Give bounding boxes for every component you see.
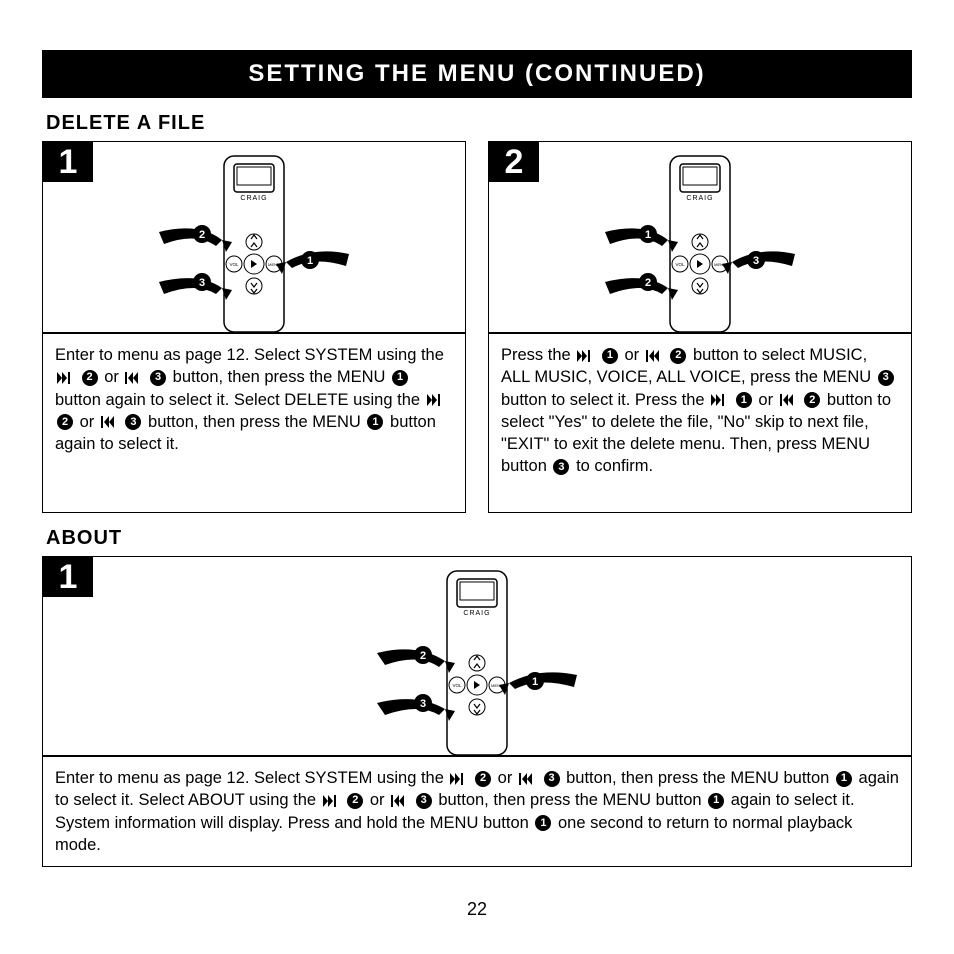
step-badge: 2 <box>489 142 539 182</box>
delete-step-1-illustration: 1 CRAIG VOL <box>42 141 466 333</box>
svg-text:1: 1 <box>307 255 313 267</box>
step-badge: 1 <box>43 142 93 182</box>
svg-text:VOL: VOL <box>229 262 239 267</box>
callout-1-icon: 1 <box>392 370 408 386</box>
delete-step-1: 1 CRAIG VOL <box>42 141 466 513</box>
svg-text:1: 1 <box>645 229 651 241</box>
device-illustration: CRAIG VOL MENU 2 3 1 <box>327 567 627 756</box>
callout-3-icon: 3 <box>553 459 569 475</box>
section-heading-delete: DELETE A FILE <box>46 112 912 135</box>
page-title-bar: SETTING THE MENU (CONTINUED) <box>42 50 912 98</box>
delete-step-2: 2 CRAIG VOL MENU <box>488 141 912 513</box>
callout-2-icon: 2 <box>804 392 820 408</box>
callout-3-icon: 3 <box>125 414 141 430</box>
callout-1-icon: 1 <box>602 348 618 364</box>
next-track-icon <box>57 372 73 384</box>
callout-1-icon: 1 <box>836 771 852 787</box>
delete-step-1-text: Enter to menu as page 12. Select SYSTEM … <box>42 333 466 513</box>
delete-step-2-text: Press the 1 or 2 button to select MUSIC,… <box>488 333 912 513</box>
svg-text:CRAIG: CRAIG <box>686 195 713 202</box>
prev-track-icon <box>519 773 535 785</box>
delete-row: 1 CRAIG VOL <box>42 141 912 513</box>
svg-text:3: 3 <box>753 255 759 267</box>
next-track-icon <box>450 773 466 785</box>
callout-3-icon: 3 <box>544 771 560 787</box>
about-step-1-text: Enter to menu as page 12. Select SYSTEM … <box>42 756 912 867</box>
delete-step-2-illustration: 2 CRAIG VOL MENU <box>488 141 912 333</box>
device-illustration: CRAIG VOL MENU 2 <box>124 154 384 333</box>
callout-3-icon: 3 <box>150 370 166 386</box>
callout-1-icon: 1 <box>736 392 752 408</box>
section-heading-about: ABOUT <box>46 527 912 550</box>
next-track-icon <box>427 394 443 406</box>
callout-2-icon: 2 <box>82 370 98 386</box>
callout-1-icon: 1 <box>535 815 551 831</box>
svg-text:2: 2 <box>199 229 205 241</box>
prev-track-icon <box>125 372 141 384</box>
svg-text:VOL: VOL <box>452 683 462 688</box>
callout-1-icon: 1 <box>708 793 724 809</box>
svg-text:CRAIG: CRAIG <box>240 195 267 202</box>
callout-1-icon: 1 <box>367 414 383 430</box>
callout-3-icon: 3 <box>878 370 894 386</box>
svg-text:3: 3 <box>420 698 426 710</box>
next-track-icon <box>711 394 727 406</box>
svg-text:VOL: VOL <box>675 262 685 267</box>
callout-2-icon: 2 <box>670 348 686 364</box>
page-number: 22 <box>0 899 954 920</box>
callout-2-icon: 2 <box>347 793 363 809</box>
svg-text:2: 2 <box>645 277 651 289</box>
prev-track-icon <box>391 795 407 807</box>
prev-track-icon <box>101 416 117 428</box>
prev-track-icon <box>780 394 796 406</box>
device-illustration: CRAIG VOL MENU 1 <box>570 154 830 333</box>
prev-track-icon <box>646 350 662 362</box>
svg-text:1: 1 <box>532 676 538 688</box>
svg-text:2: 2 <box>420 650 426 662</box>
callout-2-icon: 2 <box>475 771 491 787</box>
callout-2-icon: 2 <box>57 414 73 430</box>
page-title-text: SETTING THE MENU (CONTINUED) <box>248 60 705 87</box>
step-badge: 1 <box>43 557 93 597</box>
callout-3-icon: 3 <box>416 793 432 809</box>
next-track-icon <box>323 795 339 807</box>
svg-text:CRAIG: CRAIG <box>463 610 490 617</box>
svg-text:3: 3 <box>199 277 205 289</box>
next-track-icon <box>577 350 593 362</box>
about-step-1-illustration: 1 CRAIG VOL MENU 2 3 <box>42 556 912 756</box>
